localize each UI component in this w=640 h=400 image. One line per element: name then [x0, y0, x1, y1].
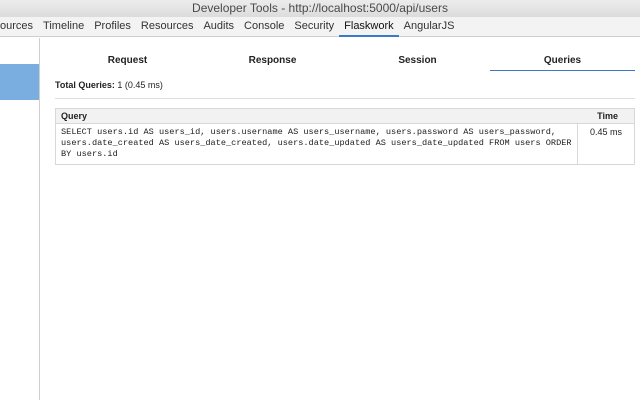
tab-angularjs[interactable]: AngularJS [399, 17, 460, 36]
tab-profiles[interactable]: Profiles [89, 17, 136, 36]
selected-request-item[interactable] [0, 64, 39, 100]
time-column-header[interactable]: Time [577, 108, 635, 124]
total-queries-summary: Total Queries: 1 (0.45 ms) [55, 80, 163, 90]
tab-timeline[interactable]: Timeline [38, 17, 89, 36]
subtab-session[interactable]: Session [345, 52, 490, 72]
divider [55, 98, 635, 99]
tab-security[interactable]: Security [289, 17, 339, 36]
subtab-request[interactable]: Request [55, 52, 200, 72]
subtab-response[interactable]: Response [200, 52, 345, 72]
tab-console[interactable]: Console [239, 17, 289, 36]
query-sql: SELECT users.id AS users_id, users.usern… [55, 123, 578, 165]
tab-sources[interactable]: ources [0, 17, 38, 36]
total-queries-label: Total Queries: [55, 80, 115, 90]
window-title: Developer Tools - http://localhost:5000/… [192, 1, 448, 15]
query-column-header[interactable]: Query [55, 108, 578, 124]
panel-subtabs: Request Response Session Queries [55, 52, 635, 72]
tab-flaskwork[interactable]: Flaskwork [339, 17, 399, 37]
query-time: 0.45 ms [589, 127, 622, 137]
request-list-pane [0, 38, 40, 400]
table-header-row: Query Time [55, 108, 635, 124]
tab-resources[interactable]: Resources [136, 17, 199, 36]
queries-table: Query Time SELECT users.id AS users_id, … [55, 108, 635, 165]
total-queries-value: 1 (0.45 ms) [117, 80, 163, 90]
window-title-bar: Developer Tools - http://localhost:5000/… [0, 0, 640, 17]
subtab-queries[interactable]: Queries [490, 52, 635, 72]
flaskwork-panel: Request Response Session Queries Total Q… [41, 38, 640, 400]
tab-audits[interactable]: Audits [198, 17, 239, 36]
devtools-tab-bar: ources Timeline Profiles Resources Audit… [0, 17, 640, 37]
table-row: SELECT users.id AS users_id, users.usern… [55, 123, 635, 165]
